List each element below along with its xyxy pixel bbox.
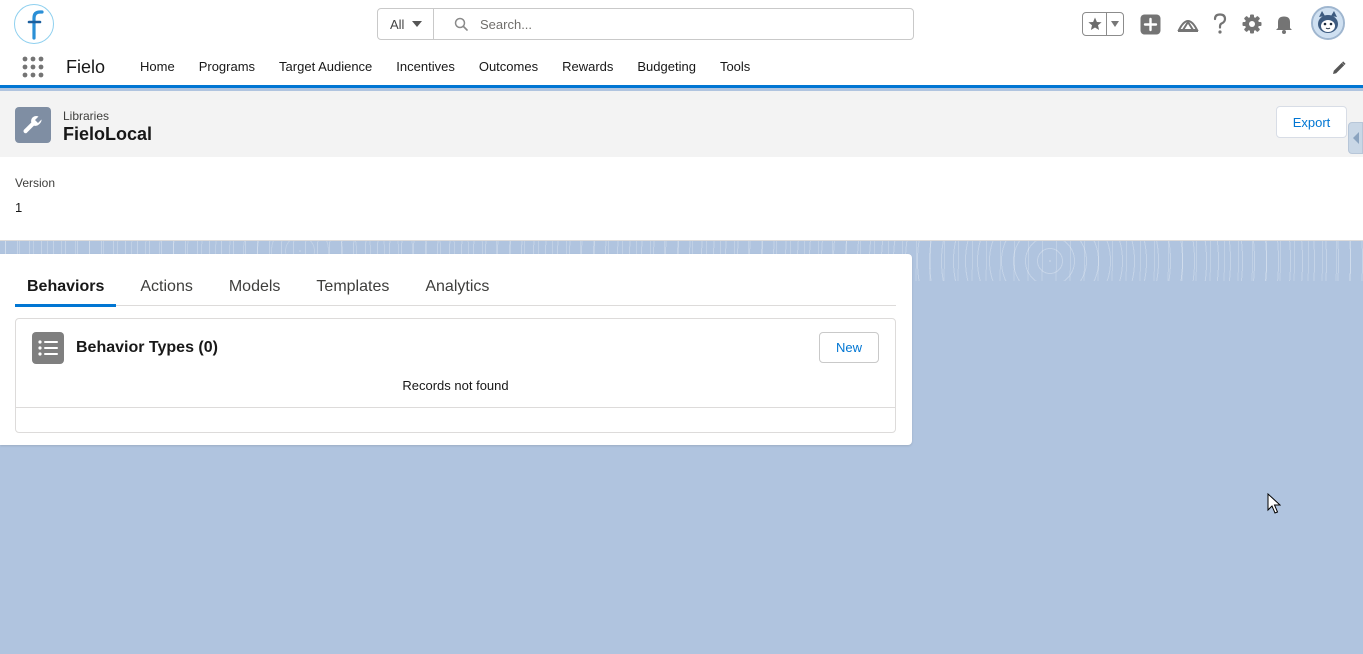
search-field [434,9,913,39]
tab-behaviors[interactable]: Behaviors [15,268,117,307]
related-list-title: Behavior Types (0) [76,339,218,356]
question-icon [1213,13,1227,34]
wrench-icon [23,115,42,134]
waffle-icon [22,56,44,78]
record-details: Version 1 [0,157,1363,241]
nav-item-budgeting[interactable]: Budgeting [625,48,708,85]
astro-avatar-icon [1313,8,1343,38]
add-icon [1140,14,1160,34]
notifications-button[interactable] [1273,13,1295,35]
new-button[interactable]: New [819,332,879,363]
trailhead-icon [1177,20,1199,32]
bell-icon [1276,16,1292,34]
search-icon [454,17,468,31]
chevron-down-icon [412,21,423,27]
global-header: All [0,0,1363,48]
list-icon [32,332,64,364]
edit-nav-button[interactable] [1332,61,1346,75]
mouse-cursor-icon [1267,492,1282,515]
nav-item-programs[interactable]: Programs [187,48,267,85]
search-scope-label: All [390,16,405,32]
nav-item-target-audience[interactable]: Target Audience [267,48,384,85]
tab-bar: Behaviors Actions Models Templates Analy… [15,268,896,307]
related-tabs-card: Behaviors Actions Models Templates Analy… [0,254,912,445]
navigation-bar: Fielo Home Programs Target Audience Ince… [0,48,1363,88]
nav-item-home[interactable]: Home [128,48,187,85]
fielo-logo[interactable] [14,4,54,44]
global-search: All [377,8,914,40]
setup-button[interactable] [1241,13,1263,35]
nav-item-rewards[interactable]: Rewards [550,48,625,85]
fielo-f-icon [27,10,44,40]
trailhead-button[interactable] [1176,13,1200,35]
help-button[interactable] [1210,12,1230,36]
search-scope-dropdown[interactable]: All [378,9,434,39]
empty-state-message: Records not found [402,378,509,393]
library-record-icon [15,107,51,143]
tab-analytics[interactable]: Analytics [413,268,501,306]
behavior-types-related-list: Behavior Types (0) New Records not found [15,318,896,433]
nav-item-tools[interactable]: Tools [708,48,762,85]
tab-templates[interactable]: Templates [304,268,401,306]
record-object-type: Libraries [63,109,110,123]
export-button[interactable]: Export [1276,106,1347,138]
tab-actions[interactable]: Actions [128,268,204,306]
favorites-dropdown-button[interactable] [1107,13,1123,35]
global-actions-button[interactable] [1139,13,1161,35]
favorites-group [1082,12,1124,36]
search-input[interactable] [480,16,880,32]
side-panel-toggle[interactable] [1348,122,1363,154]
version-field-label: Version [15,176,56,190]
version-field-value: 1 [15,200,23,215]
user-avatar[interactable] [1311,6,1345,40]
chevron-left-icon [1352,132,1359,144]
nav-item-outcomes[interactable]: Outcomes [467,48,550,85]
favorites-star-button[interactable] [1083,13,1107,35]
star-icon [1087,17,1102,30]
gear-icon [1242,14,1262,34]
related-list-footer-divider [16,407,895,408]
record-header: Libraries FieloLocal Export [0,91,1363,157]
app-launcher-button[interactable] [22,56,44,78]
chevron-down-icon [1111,21,1119,27]
list-bullets-icon [38,340,58,356]
record-title: FieloLocal [63,124,153,144]
tab-models[interactable]: Models [217,268,293,306]
nav-items: Home Programs Target Audience Incentives… [128,48,762,85]
app-name: Fielo [66,57,106,77]
pencil-icon [1333,61,1346,74]
nav-item-incentives[interactable]: Incentives [384,48,467,85]
